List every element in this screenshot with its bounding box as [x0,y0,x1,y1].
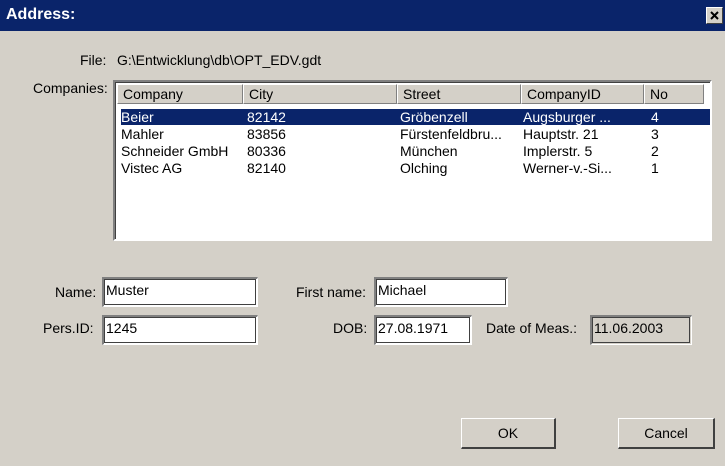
pers-id-field[interactable]: 1245 [102,315,258,345]
cell-company: Vistec AG [121,160,183,176]
window-title: Address: [6,6,76,23]
cell-city: 80336 [247,143,286,159]
cell-street: München [400,143,458,159]
cell-no: 2 [651,143,659,159]
cell-city: 82140 [247,160,286,176]
first-name-label: First name: [296,284,367,300]
table-row[interactable]: Vistec AG 82140 Olching Werner-v.-Si... … [121,160,710,176]
name-field[interactable]: Muster [102,277,258,307]
companies-list[interactable]: Company City Street CompanyID No Beier 8… [113,80,712,241]
cell-street: Gröbenzell [400,109,468,125]
pers-id-label: Pers.ID: [43,320,94,336]
cell-no: 1 [651,160,659,176]
name-label: Name: [55,284,97,300]
close-icon [710,11,719,20]
cell-company-id: Implerstr. 5 [523,143,593,159]
column-header-company[interactable]: Company [117,84,243,104]
ok-button[interactable]: OK [461,418,556,449]
column-header-city[interactable]: City [243,84,397,104]
first-name-field[interactable]: Michael [374,277,508,307]
dob-field[interactable]: 27.08.1971 [374,315,472,345]
cell-no: 3 [651,126,659,142]
cell-company-id: Augsburger ... [523,109,611,125]
cell-street: Fürstenfeldbru... [400,126,502,142]
cell-city: 82142 [247,109,286,125]
date-of-meas-label: Date of Meas.: [486,320,578,336]
title-bar[interactable]: Address: [0,0,725,31]
address-dialog: Address: File: G:\Entwicklung\db\OPT_EDV… [0,0,725,466]
file-path: G:\Entwicklung\db\OPT_EDV.gdt [117,52,322,68]
cell-no: 4 [651,109,659,125]
date-of-meas-field: 11.06.2003 [590,315,692,345]
file-label: File: [80,52,107,68]
cell-company-id: Werner-v.-Si... [523,160,612,176]
table-row[interactable]: Mahler 83856 Fürstenfeldbru... Hauptstr.… [121,126,710,142]
close-button[interactable] [706,7,723,24]
companies-label: Companies: [33,80,108,96]
column-header-company-id[interactable]: CompanyID [521,84,644,104]
cell-street: Olching [400,160,448,176]
cell-company: Mahler [121,126,164,142]
column-header-street[interactable]: Street [397,84,521,104]
column-header-no[interactable]: No [644,84,704,104]
cell-company: Schneider GmbH [121,143,229,159]
cell-company-id: Hauptstr. 21 [523,126,599,142]
cancel-button[interactable]: Cancel [618,418,715,449]
dob-label: DOB: [333,320,368,336]
table-row[interactable]: Schneider GmbH 80336 München Implerstr. … [121,143,710,159]
table-row-selected[interactable]: Beier 82142 Gröbenzell Augsburger ... 4 [120,108,710,126]
cell-city: 83856 [247,126,286,142]
cell-company: Beier [121,109,154,125]
